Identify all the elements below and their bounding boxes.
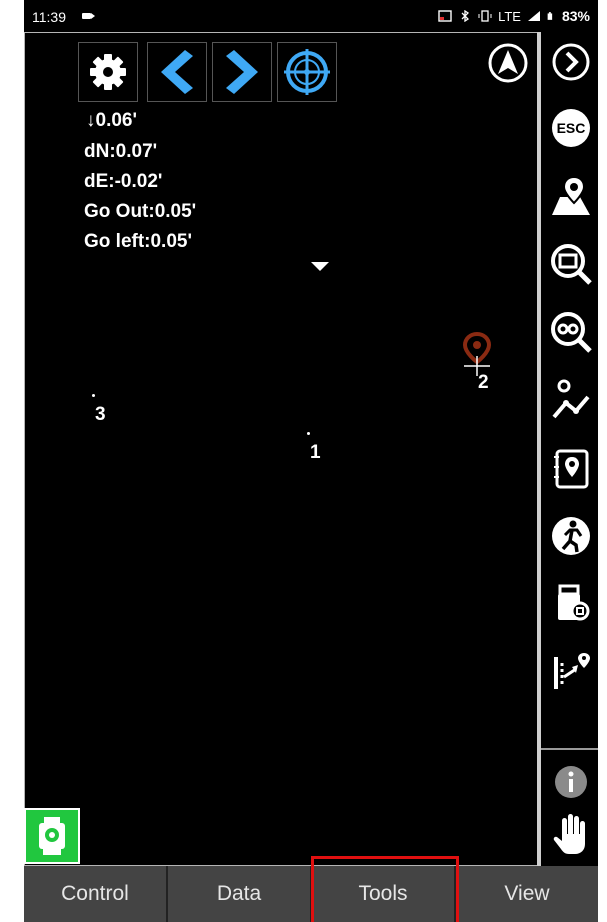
pan-button[interactable] [549, 812, 593, 856]
instrument-status-button[interactable] [24, 808, 80, 864]
offset-stakeout-button[interactable] [549, 650, 593, 694]
next-point-button[interactable] [212, 42, 272, 102]
go-left-readout: Go left:0.05' [84, 231, 192, 252]
route-icon [552, 379, 590, 419]
info-icon [555, 766, 587, 798]
point-label: 3 [95, 404, 106, 425]
chevron-right-icon [226, 50, 258, 94]
esc-label: ESC [552, 109, 590, 147]
location-pin-icon [462, 331, 492, 376]
screen-record-icon [82, 13, 95, 19]
map-pin-icon [552, 175, 590, 215]
zoom-extents-button[interactable] [549, 310, 593, 354]
gear-icon [90, 54, 126, 90]
chevron-left-icon [161, 50, 193, 94]
sidebar-divider [541, 748, 598, 750]
stakeout-walk-button[interactable] [549, 514, 593, 558]
tab-data[interactable]: Data [168, 866, 312, 922]
tab-control[interactable]: Control [24, 866, 168, 922]
route-button[interactable] [549, 378, 593, 422]
point-label: 2 [478, 372, 489, 393]
offset-stake-icon [554, 653, 590, 689]
info-button[interactable] [549, 760, 593, 804]
bluetooth-icon [461, 10, 470, 22]
total-station-icon [558, 584, 590, 621]
walking-person-icon [552, 517, 590, 555]
chevron-circle-right-icon [552, 43, 590, 81]
map-location-button[interactable] [549, 174, 593, 218]
target-button[interactable] [277, 42, 337, 102]
battery-level: 83% [561, 8, 590, 24]
status-time: 11:39 [32, 9, 66, 25]
zoom-extents-icon [551, 312, 592, 353]
point-marker[interactable] [92, 394, 95, 397]
status-icons: LTE 83% [438, 8, 590, 24]
status-bar: 11:39 LTE 83% [24, 0, 598, 32]
navigation-arrow-icon [488, 43, 528, 83]
network-type: LTE [498, 8, 521, 24]
crosshair-icon [284, 49, 330, 95]
esc-button[interactable]: ESC [549, 106, 593, 150]
zoom-window-button[interactable] [549, 242, 593, 286]
previous-point-button[interactable] [147, 42, 207, 102]
point-book-icon [554, 449, 589, 489]
delta-north-readout: dN:0.07' [84, 141, 158, 162]
vibrate-icon [478, 10, 492, 22]
cast-icon [438, 10, 452, 22]
right-margin [598, 0, 607, 922]
hand-icon [553, 814, 585, 854]
elevation-readout: ↓0.06' [86, 110, 137, 131]
zoom-window-icon [551, 244, 592, 285]
point-marker[interactable] [307, 432, 310, 435]
signal-icon [527, 11, 540, 21]
direction-indicator-icon [311, 262, 329, 271]
instrument-setup-button[interactable] [549, 582, 593, 626]
forward-button[interactable] [549, 40, 593, 84]
battery-icon [547, 12, 553, 20]
target-point-marker[interactable] [462, 331, 492, 376]
tools-tab-highlight [311, 856, 459, 922]
total-station-icon [39, 817, 65, 855]
delta-east-readout: dE:-0.02' [84, 171, 163, 192]
settings-button[interactable] [78, 42, 138, 102]
go-out-readout: Go Out:0.05' [84, 201, 197, 222]
north-arrow-button[interactable] [487, 42, 529, 84]
left-margin [0, 0, 24, 922]
point-label: 1 [310, 442, 321, 463]
point-book-button[interactable] [549, 446, 593, 490]
tab-view[interactable]: View [456, 866, 598, 922]
